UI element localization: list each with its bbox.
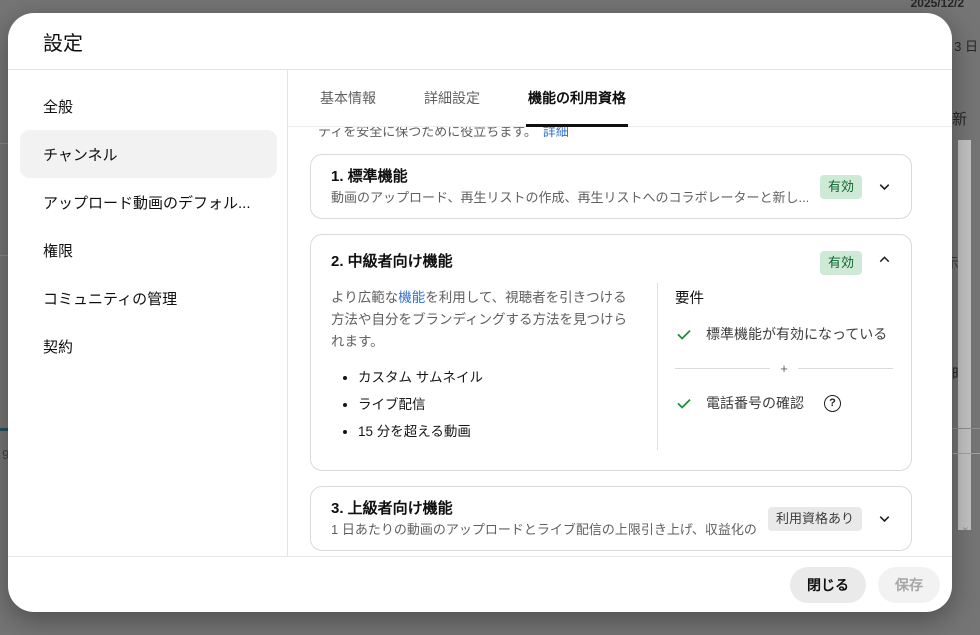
plus-joiner: + bbox=[780, 361, 788, 376]
background-date-text: 2025/12/2 bbox=[910, 0, 964, 10]
card-standard-header[interactable]: 1. 標準機能 動画のアップロード、再生リストの作成、再生リストへのコラボレータ… bbox=[311, 155, 911, 218]
background-divider bbox=[0, 255, 8, 256]
chevron-down-icon[interactable] bbox=[876, 510, 893, 527]
tab-feature-eligibility[interactable]: 機能の利用資格 bbox=[526, 70, 628, 127]
background-accent-line bbox=[0, 428, 8, 431]
channel-settings-content: 基本情報 詳細設定 機能の利用資格 ティを安全に保つために役立ちます。 詳細 1.… bbox=[288, 70, 952, 556]
settings-dialog: 設定 全般 チャンネル アップロード動画のデフォル... 権限 コミュニティの管… bbox=[8, 13, 952, 612]
sidebar-item-general[interactable]: 全般 bbox=[8, 82, 287, 130]
card-standard-description: 動画のアップロード、再生リストの作成、再生リストへのコラボレーターと新し... bbox=[331, 190, 808, 205]
scrolled-description-text: ティを安全に保つために役立ちます。 bbox=[318, 127, 537, 139]
requirement-row: 標準機能が有効になっている bbox=[675, 324, 893, 344]
background-day-fragment: 3 日 bbox=[954, 39, 978, 54]
dialog-footer: 閉じる 保存 bbox=[8, 556, 952, 612]
settings-sidebar: 全般 チャンネル アップロード動画のデフォル... 権限 コミュニティの管理 契… bbox=[8, 70, 288, 556]
save-button[interactable]: 保存 bbox=[878, 566, 940, 603]
dialog-title: 設定 bbox=[43, 32, 83, 55]
card-advanced-title: 3. 上級者向け機能 bbox=[331, 500, 453, 517]
divider bbox=[797, 368, 893, 369]
divider bbox=[675, 368, 771, 369]
status-badge-enabled: 有効 bbox=[819, 174, 862, 199]
chevron-down-icon[interactable] bbox=[876, 178, 893, 195]
feature-list-item: 15 分を超える動画 bbox=[358, 423, 637, 440]
feature-list-item: ライブ配信 bbox=[358, 396, 637, 413]
card-intermediate-title: 2. 中級者向け機能 bbox=[331, 253, 453, 270]
check-icon bbox=[677, 398, 691, 409]
sidebar-item-channel[interactable]: チャンネル bbox=[20, 130, 277, 178]
requirement-label: 標準機能が有効になっている bbox=[706, 326, 888, 342]
requirement-row: 電話番号の確認 ? bbox=[675, 393, 893, 413]
help-icon[interactable]: ? bbox=[824, 394, 841, 412]
dialog-header: 設定 bbox=[8, 13, 952, 70]
card-intermediate-header[interactable]: 2. 中級者向け機能 有効 bbox=[311, 235, 911, 275]
sidebar-item-community[interactable]: コミュニティの管理 bbox=[8, 274, 287, 322]
card-advanced-features: 3. 上級者向け機能 1 日あたりの動画のアップロードとライブ配信の上限引き上げ… bbox=[310, 486, 912, 551]
card-standard-title: 1. 標準機能 bbox=[331, 168, 408, 185]
background-scrollbar bbox=[958, 140, 971, 530]
card-advanced-header[interactable]: 3. 上級者向け機能 1 日あたりの動画のアップロードとライブ配信の上限引き上げ… bbox=[311, 487, 911, 550]
scrolled-description-clipped: ティを安全に保つために役立ちます。 詳細 bbox=[288, 127, 952, 142]
details-link[interactable]: 詳細 bbox=[543, 127, 569, 139]
status-badge-eligible: 利用資格あり bbox=[767, 506, 862, 531]
card-intermediate-features: 2. 中級者向け機能 有効 より広範な機能を利用して、視聴者を引きつける方法や自… bbox=[310, 234, 912, 471]
channel-tabs: 基本情報 詳細設定 機能の利用資格 bbox=[288, 70, 952, 127]
check-icon bbox=[677, 329, 691, 340]
background-text-fragment: 新 bbox=[951, 111, 967, 128]
intermediate-description: より広範な機能を利用して、視聴者を引きつける方法や自分をブランディングする方法を… bbox=[331, 287, 637, 353]
tab-basic-info[interactable]: 基本情報 bbox=[318, 70, 378, 126]
card-advanced-description: 1 日あたりの動画のアップロードとライブ配信の上限引き上げ、収益化の... bbox=[331, 522, 756, 537]
requirements-column: 要件 標準機能が有効になっている + 電話番号の確認 ? bbox=[658, 283, 893, 450]
chevron-up-icon[interactable] bbox=[876, 251, 893, 268]
intermediate-description-column: より広範な機能を利用して、視聴者を引きつける方法や自分をブランディングする方法を… bbox=[331, 283, 658, 450]
background-scroll-chevron-icon: ⌄ bbox=[960, 521, 970, 533]
description-text: より広範な bbox=[331, 290, 399, 305]
feature-list-item: カスタム サムネイル bbox=[358, 369, 637, 386]
sidebar-item-upload-defaults[interactable]: アップロード動画のデフォル... bbox=[8, 178, 287, 226]
tab-advanced-settings[interactable]: 詳細設定 bbox=[422, 70, 482, 126]
sidebar-item-permissions[interactable]: 権限 bbox=[8, 226, 287, 274]
requirements-heading: 要件 bbox=[675, 291, 704, 307]
status-badge-enabled: 有効 bbox=[819, 251, 862, 275]
feature-cards: 1. 標準機能 動画のアップロード、再生リストの作成、再生リストへのコラボレータ… bbox=[288, 142, 952, 556]
intermediate-feature-list: カスタム サムネイル ライブ配信 15 分を超える動画 bbox=[331, 369, 637, 440]
dialog-body: 全般 チャンネル アップロード動画のデフォル... 権限 コミュニティの管理 契… bbox=[8, 70, 952, 556]
background-divider bbox=[953, 453, 980, 454]
features-link[interactable]: 機能 bbox=[398, 290, 425, 305]
requirements-joiner: + bbox=[675, 361, 893, 376]
sidebar-item-agreements[interactable]: 契約 bbox=[8, 322, 287, 370]
card-intermediate-body: より広範な機能を利用して、視聴者を引きつける方法や自分をブランディングする方法を… bbox=[311, 275, 911, 470]
close-button[interactable]: 閉じる bbox=[790, 566, 866, 603]
requirement-label: 電話番号の確認 bbox=[706, 395, 804, 411]
background-divider bbox=[0, 143, 8, 144]
card-standard-features: 1. 標準機能 動画のアップロード、再生リストの作成、再生リストへのコラボレータ… bbox=[310, 154, 912, 219]
